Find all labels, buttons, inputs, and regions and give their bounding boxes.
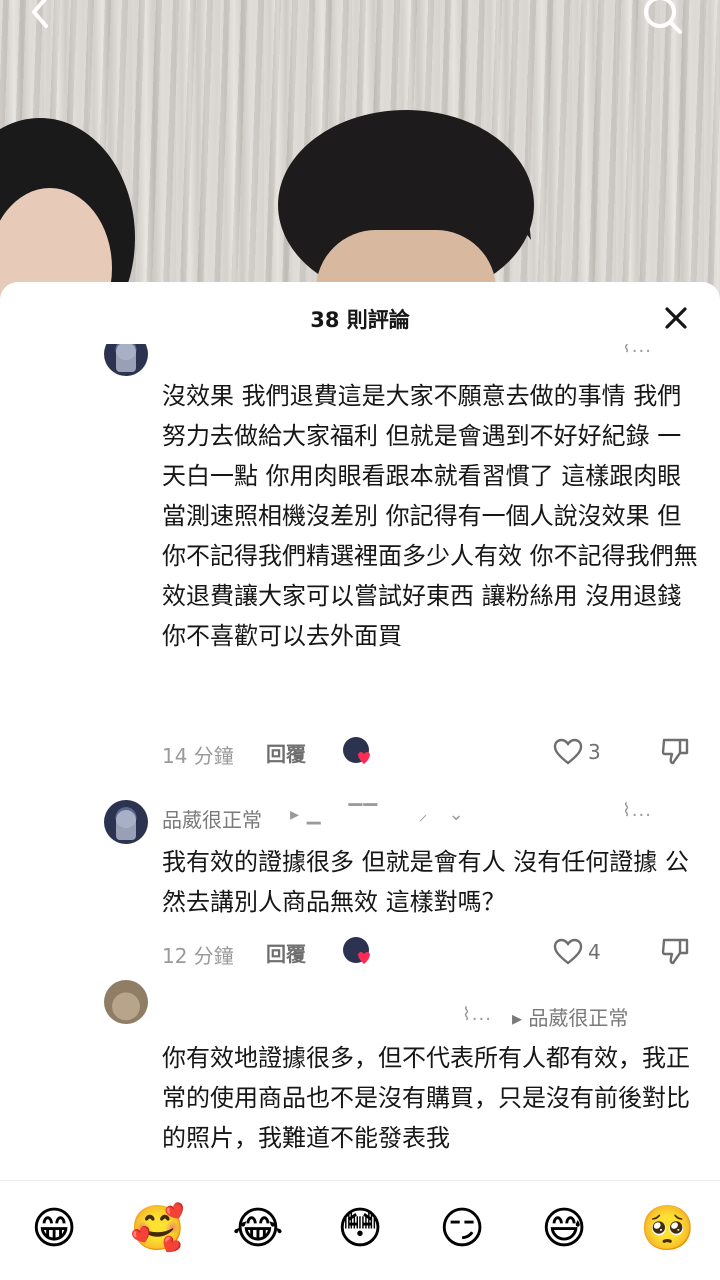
comment-time: 14 分鐘 xyxy=(162,744,234,768)
comment-username[interactable]: 品葳很正常 xyxy=(162,804,262,833)
reply-button[interactable]: 回覆 xyxy=(266,738,306,767)
comment-count-title: 38 則評論 xyxy=(310,308,410,332)
emoji-smiling-hearts[interactable]: 🥰 xyxy=(130,1203,185,1255)
more-options-icon[interactable]: ⌇... xyxy=(462,1004,492,1025)
comment-item: ⌇... ▸ 品葳很正常 你有效地證據很多，但不代表所有人都有效，我正常的使用商… xyxy=(0,980,720,1178)
avatar[interactable] xyxy=(104,980,148,1024)
header-scribble: ▸ ▁ ▔▔ ⸝ ⌄ xyxy=(290,804,465,825)
comment-text: 沒效果 我們退費這是大家不願意去做的事情 我們努力去做給大家福利 但就是會遇到不… xyxy=(162,382,698,650)
reply-to-tag: ▸ 品葳很正常 xyxy=(512,1006,629,1030)
comment-meta: 14 分鐘 回覆 3 xyxy=(162,736,702,770)
emoji-grin[interactable]: 😁 xyxy=(28,1203,80,1255)
person-right-image xyxy=(278,110,534,300)
emoji-tears-of-joy[interactable]: 😂 xyxy=(232,1203,284,1255)
dislike-icon[interactable] xyxy=(660,736,690,766)
creator-liked-icon xyxy=(343,937,370,964)
comment-text: 我有效的證據很多 但就是會有人 沒有任何證據 公然去講別人商品無效 這樣對嗎？ xyxy=(162,848,689,916)
avatar[interactable] xyxy=(104,800,148,844)
emoji-pleading[interactable]: 🥺 xyxy=(640,1203,695,1255)
creator-liked-icon xyxy=(343,737,370,764)
heart-icon[interactable] xyxy=(552,736,584,768)
avatar[interactable] xyxy=(104,344,148,376)
comment-text: 你有效地證據很多，但不代表所有人都有效，我正常的使用商品也不是沒有購買，只是沒有… xyxy=(162,1044,690,1152)
more-options-icon[interactable]: ⌇... xyxy=(622,344,652,357)
comments-sheet: 38 則評論 ▔▔▔▔▔▔▔ ▔ ▔▔▔▔▔ ▔▔▔▔ ⌇... 沒效果 我們退… xyxy=(0,282,720,1280)
comment-time: 12 分鐘 xyxy=(162,944,234,968)
heart-icon[interactable] xyxy=(552,936,584,968)
emoji-smirk[interactable]: 😏 xyxy=(436,1203,488,1255)
comment-item: 品葳很正常 ▸ ▁ ▔▔ ⸝ ⌄ ⌇... 我有效的證據很多 但就是會有人 沒有… xyxy=(0,794,720,974)
dislike-icon[interactable] xyxy=(660,936,690,966)
back-chevron-icon[interactable] xyxy=(22,0,58,30)
like-count: 3 xyxy=(588,740,601,764)
header-scribble: ▔▔▔▔▔▔▔ ▔ ▔▔▔▔▔ ▔▔▔▔ xyxy=(162,344,448,351)
emoji-flushed[interactable]: 😳 xyxy=(334,1203,386,1255)
comment-meta: 12 分鐘 回覆 4 xyxy=(162,936,702,970)
like-count: 4 xyxy=(588,940,601,964)
comment-item: ▔▔▔▔▔▔▔ ▔ ▔▔▔▔▔ ▔▔▔▔ ⌇... 沒效果 我們退費這是大家不願… xyxy=(0,344,720,768)
search-icon[interactable] xyxy=(640,0,684,38)
emoji-bar: 😁 🥰 😂 😳 😏 😅 🥺 xyxy=(0,1180,720,1280)
person-left-image xyxy=(0,118,135,300)
video-background xyxy=(0,0,720,300)
comments-header: 38 則評論 xyxy=(0,282,720,352)
more-options-icon[interactable]: ⌇... xyxy=(622,800,652,821)
reply-to-username[interactable]: 品葳很正常 xyxy=(528,1006,628,1030)
reply-button[interactable]: 回覆 xyxy=(266,938,306,967)
close-icon[interactable] xyxy=(660,302,692,334)
emoji-sweat-smile[interactable]: 😅 xyxy=(538,1203,590,1255)
comment-list[interactable]: ▔▔▔▔▔▔▔ ▔ ▔▔▔▔▔ ▔▔▔▔ ⌇... 沒效果 我們退費這是大家不願… xyxy=(0,344,720,1178)
